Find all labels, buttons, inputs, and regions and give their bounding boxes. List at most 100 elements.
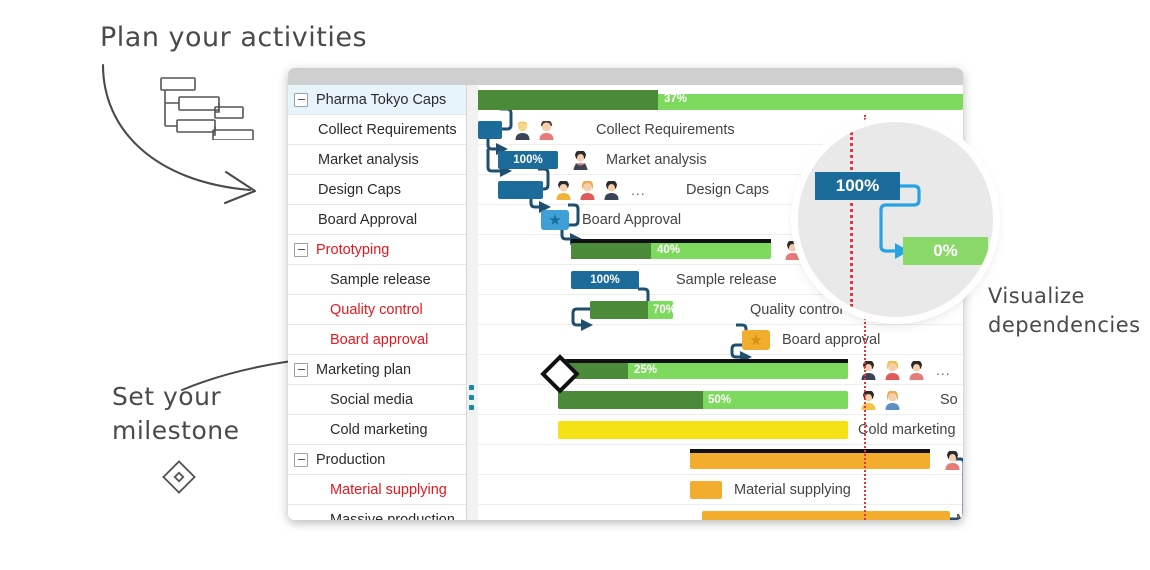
task-name: Prototyping <box>316 241 390 258</box>
task-bar[interactable] <box>498 181 543 199</box>
annotation-plan-activities: Plan your activities <box>100 22 368 53</box>
task-bar-percent: 100% <box>513 154 543 166</box>
task-row[interactable]: Market analysis <box>288 145 466 175</box>
summary-bar-progress <box>571 243 651 259</box>
task-name: Massive production <box>330 511 455 521</box>
task-bar[interactable]: 50% <box>558 391 848 409</box>
dependency-magnifier: 100% 0% <box>798 122 993 317</box>
task-row[interactable]: Marketing plan <box>288 355 466 385</box>
task-row[interactable]: Material supplying <box>288 475 466 505</box>
avatar-icon <box>861 390 876 410</box>
arrow-plan-activities <box>101 63 257 205</box>
summary-bar[interactable]: 40% <box>571 239 771 259</box>
milestone-diamond-sketch-icon <box>162 460 196 494</box>
task-name: Pharma Tokyo Caps <box>316 91 447 108</box>
task-bar[interactable]: 100% <box>571 271 639 289</box>
task-bar[interactable]: 100% <box>498 151 558 169</box>
task-row[interactable]: Collect Requirements <box>288 115 466 145</box>
task-bar[interactable] <box>478 121 502 139</box>
collapse-icon[interactable] <box>294 92 308 107</box>
summary-bar[interactable]: 37% <box>478 90 963 110</box>
timeline-row: M <box>478 505 963 520</box>
assignee-avatars[interactable] <box>944 449 961 471</box>
collapse-icon[interactable] <box>294 452 308 467</box>
milestone-marker[interactable]: ★ <box>742 330 770 350</box>
avatar-icon <box>909 360 924 380</box>
assignee-avatars[interactable] <box>860 389 901 411</box>
task-bar-percent: 70% <box>653 304 673 316</box>
task-bar[interactable] <box>690 481 722 499</box>
assignee-avatars[interactable]: ... <box>555 179 646 201</box>
magnified-predecessor-bar[interactable]: 100% <box>815 172 900 200</box>
window-toolbar <box>288 68 963 85</box>
task-row[interactable]: Board Approval <box>288 205 466 235</box>
task-name: Social media <box>330 391 414 408</box>
task-bar-label: Design Caps <box>686 182 770 198</box>
task-bar-label: Collect Requirements <box>596 122 735 138</box>
drag-dot <box>469 395 474 400</box>
panel-splitter[interactable] <box>466 85 478 520</box>
task-bar-progress <box>590 301 648 319</box>
avatar-icon <box>604 180 619 200</box>
task-name: Collect Requirements <box>318 121 457 138</box>
task-row[interactable]: Quality control <box>288 295 466 325</box>
avatar-icon <box>861 360 876 380</box>
avatar-icon <box>556 180 571 200</box>
avatar-icon <box>885 390 900 410</box>
timeline-row: ★ Board approval <box>478 325 963 355</box>
summary-bar[interactable]: 25% <box>558 359 848 379</box>
task-bar-label: So <box>940 392 958 408</box>
timeline-row <box>478 445 963 475</box>
summary-bar-progress <box>478 90 658 110</box>
task-row[interactable]: Prototyping <box>288 235 466 265</box>
task-bar-label: Cold marketing <box>858 422 956 438</box>
task-bar-label: Market analysis <box>606 152 707 168</box>
task-name: Board approval <box>330 331 429 348</box>
task-bar-progress <box>558 391 703 409</box>
timeline-row: Cold marketing <box>478 415 963 445</box>
task-row[interactable]: Cold marketing <box>288 415 466 445</box>
summary-bar-percent: 40% <box>657 244 681 256</box>
task-name: Quality control <box>330 301 423 318</box>
task-row[interactable]: Pharma Tokyo Caps <box>288 85 466 115</box>
collapse-icon[interactable] <box>294 242 308 257</box>
summary-bar-body <box>690 453 930 469</box>
annotation-visualize-line1: Visualize <box>988 284 1085 308</box>
task-bar[interactable]: 70% <box>590 301 673 319</box>
task-bar-label: M <box>956 512 963 520</box>
summary-bar-percent: 37% <box>664 93 688 105</box>
task-name: Board Approval <box>318 211 418 228</box>
drag-dot <box>469 405 474 410</box>
assignee-avatars[interactable]: ... <box>860 359 951 381</box>
task-row[interactable]: Social media <box>288 385 466 415</box>
timeline-row: Material supplying <box>478 475 963 505</box>
summary-bar[interactable] <box>690 449 930 469</box>
task-bar-label: Material supplying <box>734 482 851 498</box>
timeline-row: 37% <box>478 85 963 115</box>
task-name: Marketing plan <box>316 361 412 378</box>
summary-bar-percent: 25% <box>634 364 658 376</box>
assignee-avatars[interactable] <box>514 119 555 141</box>
task-row[interactable]: Massive production <box>288 505 466 521</box>
task-bar-label: Sample release <box>676 272 777 288</box>
collapse-icon[interactable] <box>294 362 308 377</box>
drag-dot <box>469 385 474 390</box>
milestone-marker[interactable]: ★ <box>541 210 569 230</box>
task-row[interactable]: Board approval <box>288 325 466 355</box>
assignee-avatars[interactable] <box>572 149 589 171</box>
task-bar[interactable] <box>702 511 950 520</box>
more-avatars-ellipsis[interactable]: ... <box>932 362 951 378</box>
magnified-successor-bar[interactable]: 0% <box>903 237 988 265</box>
task-name: Sample release <box>330 271 431 288</box>
more-avatars-ellipsis[interactable]: ... <box>627 182 646 198</box>
task-row[interactable]: Sample release <box>288 265 466 295</box>
task-bar-percent: 100% <box>590 274 620 286</box>
avatar-icon <box>945 450 960 470</box>
task-row[interactable]: Design Caps <box>288 175 466 205</box>
task-row[interactable]: Production <box>288 445 466 475</box>
task-bar[interactable] <box>558 421 848 439</box>
splitter-drag-handle-icon[interactable] <box>469 385 474 415</box>
task-name: Design Caps <box>318 181 402 198</box>
annotation-set-milestone-line2: milestone <box>112 416 240 445</box>
avatar-icon <box>539 120 554 140</box>
